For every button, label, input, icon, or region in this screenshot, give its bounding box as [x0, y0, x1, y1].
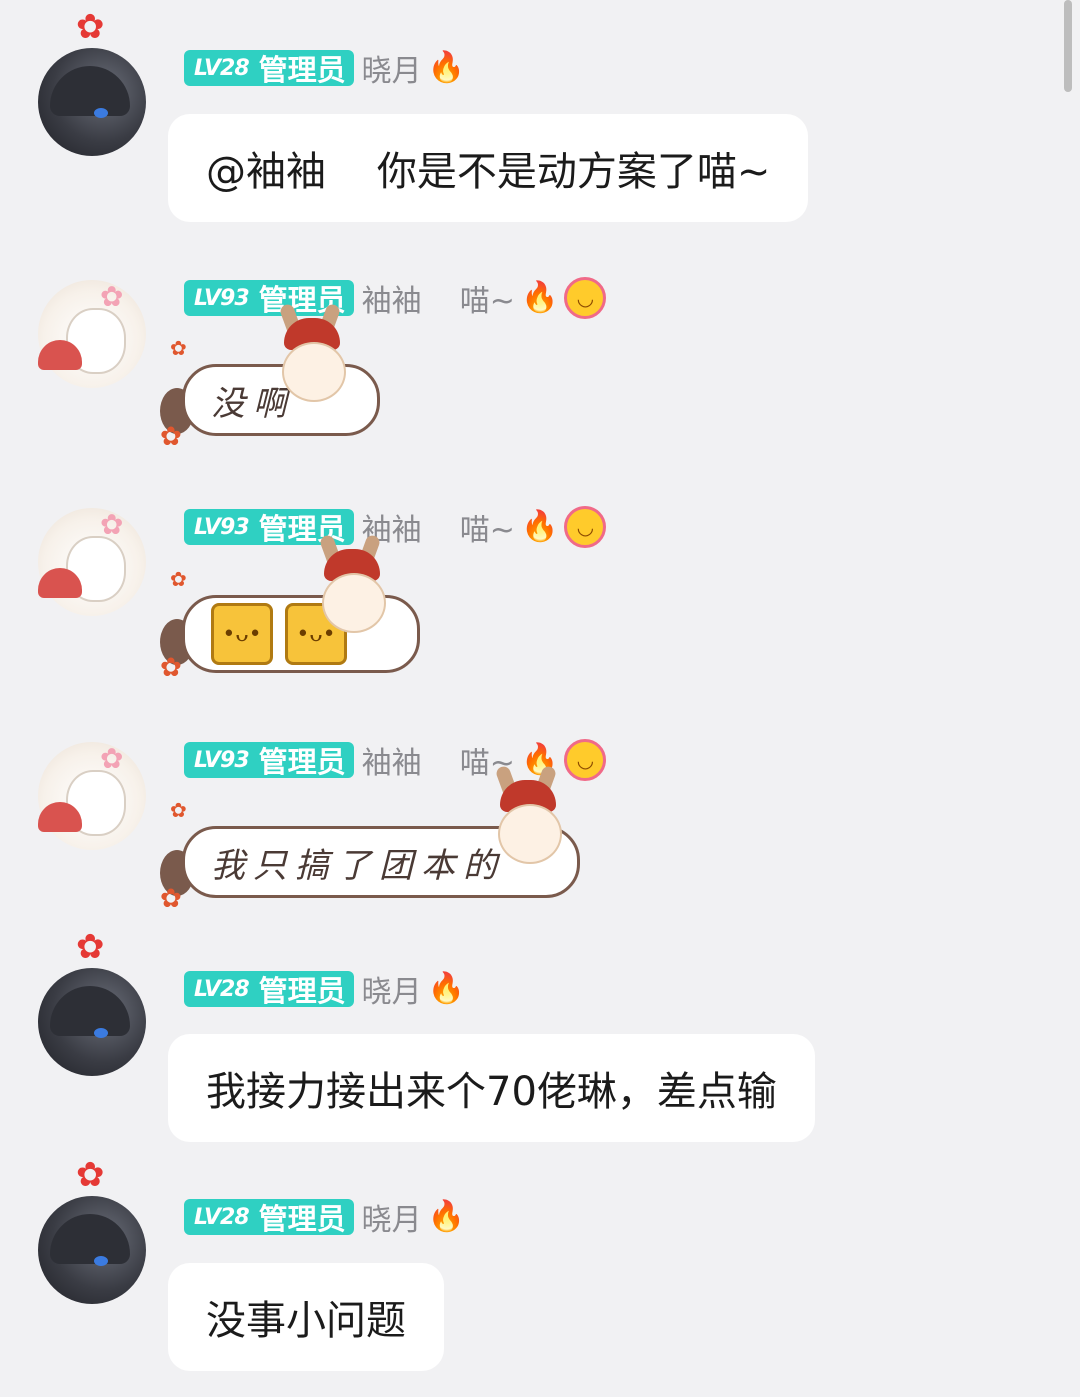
username[interactable]: 晓月 [362, 46, 422, 90]
level-label: LV93 [194, 285, 250, 311]
role-label: 管理员 [258, 53, 346, 87]
sticker-character [310, 533, 394, 635]
fire-icon: 🔥 [427, 971, 466, 1006]
avatar-hair [50, 66, 130, 116]
flower-icon: ✿ [170, 336, 187, 360]
flower-icon: ✿ [160, 422, 182, 452]
role-label: 管理员 [258, 974, 346, 1008]
level-badge: LV28 管理员 [184, 971, 354, 1008]
avatar[interactable]: ✿ [38, 280, 146, 388]
smile-flower-icon: ◡ [564, 277, 607, 319]
avatar[interactable]: ✿ [38, 10, 146, 156]
username[interactable]: 晓月 [362, 967, 422, 1011]
scrollbar[interactable] [1064, 0, 1072, 92]
cherry-blossom-icon: ✿ [100, 280, 124, 313]
message-bubble[interactable]: @袖袖 你是不是动方案了喵~ [168, 114, 809, 222]
message-bubble[interactable]: 我接力接出来个70佬琳，差点输 [168, 1034, 815, 1142]
level-label: LV28 [194, 1204, 250, 1230]
message-bubble[interactable]: 没事小问题 [168, 1263, 444, 1371]
smile-flower-icon: ◡ [564, 739, 607, 781]
level-label: LV28 [194, 55, 250, 81]
level-badge: LV93 管理员 [184, 742, 354, 779]
avatar[interactable]: ✿ [38, 930, 146, 1076]
flower-icon: ✿ [76, 7, 105, 47]
level-label: LV93 [194, 747, 250, 773]
message-header: LV93 管理员 袖袖 喵~ 🔥 ◡ [184, 506, 607, 548]
fire-icon: 🔥 [427, 1199, 466, 1234]
tofu-emoji-icon: •ᴗ• [211, 603, 273, 665]
flower-icon: ✿ [170, 798, 187, 822]
message-header: LV28 管理员 晓月 🔥 [184, 1195, 466, 1239]
smile-flower-icon: ◡ [564, 506, 607, 548]
fire-icon: 🔥 [520, 280, 559, 315]
fire-icon: 🔥 [520, 509, 559, 544]
level-badge: LV28 管理员 [184, 1199, 354, 1236]
sticker-character [486, 764, 570, 866]
cherry-blossom-icon: ✿ [100, 508, 124, 541]
username[interactable]: 袖袖 喵~ [362, 276, 515, 320]
username[interactable]: 晓月 [362, 1195, 422, 1239]
sticker-message[interactable]: ✿ •ᴗ• •ᴗ• ✿ [150, 533, 420, 695]
message-header: LV93 管理员 袖袖 喵~ 🔥 ◡ [184, 276, 607, 320]
avatar[interactable]: ✿ [38, 508, 146, 616]
sticker-message[interactable]: ✿ 没啊 ✿ [150, 302, 390, 464]
avatar[interactable]: ✿ [38, 1158, 146, 1304]
avatar[interactable]: ✿ [38, 742, 146, 850]
level-badge: LV28 管理员 [184, 50, 354, 87]
role-label: 管理员 [258, 1202, 346, 1236]
avatar-eye [94, 108, 108, 118]
level-label: LV28 [194, 976, 250, 1002]
avatar-hair [50, 986, 130, 1036]
sticker-message[interactable]: ✿ 我只搞了团本的 ✿ [150, 764, 590, 926]
flower-icon: ✿ [160, 884, 182, 914]
sticker-character [270, 302, 354, 404]
flower-icon: ✿ [170, 567, 187, 591]
fire-icon: 🔥 [427, 50, 466, 85]
cherry-blossom-icon: ✿ [100, 742, 124, 775]
flower-icon: ✿ [76, 927, 105, 967]
level-label: LV93 [194, 514, 250, 540]
role-label: 管理员 [258, 745, 346, 779]
message-header: LV28 管理员 晓月 🔥 [184, 46, 466, 90]
avatar-eye [94, 1028, 108, 1038]
message-header: LV28 管理员 晓月 🔥 [184, 967, 466, 1011]
avatar-hair [50, 1214, 130, 1264]
avatar-eye [94, 1256, 108, 1266]
flower-icon: ✿ [160, 653, 182, 683]
flower-icon: ✿ [76, 1155, 105, 1195]
